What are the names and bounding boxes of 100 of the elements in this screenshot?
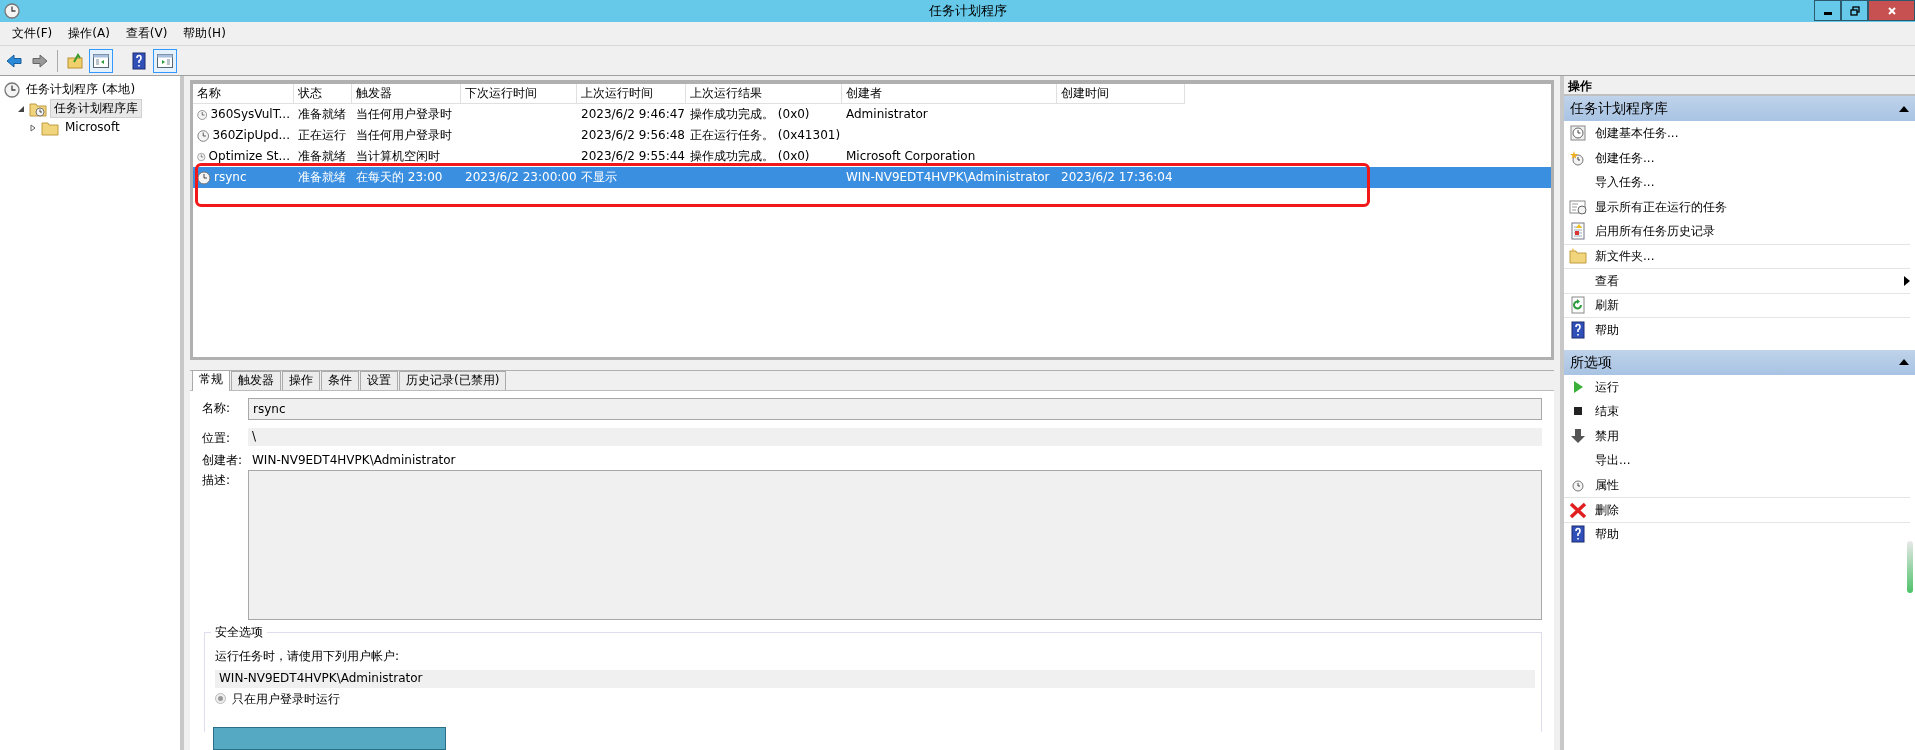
folder-arrow-icon <box>66 51 84 70</box>
action-item[interactable]: 查看 <box>1564 268 1910 293</box>
forward-arrow-icon <box>31 51 49 70</box>
tree-item[interactable]: 任务计划程序库 <box>50 99 142 118</box>
delete-icon <box>1569 500 1587 519</box>
action-item[interactable]: 帮助 <box>1564 317 1910 342</box>
minimize-icon <box>1823 12 1832 15</box>
section-title: 所选项 <box>1570 353 1612 371</box>
show-actions-button[interactable] <box>153 48 177 73</box>
folder-icon <box>1569 247 1587 266</box>
help-icon <box>1569 320 1587 339</box>
description-field[interactable] <box>248 470 1542 621</box>
action-item[interactable]: 创建基本任务... <box>1564 121 1910 146</box>
tab[interactable]: 历史记录(已禁用) <box>399 371 507 390</box>
column-header[interactable]: 创建时间 <box>1057 84 1185 104</box>
scroll-thumb[interactable] <box>1907 541 1913 593</box>
table-cell-text: 2023/6/2 9:56:48 <box>580 127 686 145</box>
table-cell-text: WIN-NV9EDT4HVPK\Administrator <box>845 169 1051 187</box>
calendar-clock-icon <box>1569 124 1587 143</box>
menu-item[interactable]: 帮助(H) <box>175 24 234 43</box>
tree-item[interactable]: 任务计划程序 (本地) <box>23 81 139 98</box>
tab[interactable]: 触发器 <box>231 371 281 390</box>
author-value: WIN-NV9EDT4HVPK\Administrator <box>251 452 457 469</box>
action-item[interactable]: 属性 <box>1564 472 1910 497</box>
clock-icon <box>4 81 20 98</box>
column-header[interactable]: 触发器 <box>352 84 461 104</box>
field-label: 位置: <box>202 430 232 446</box>
action-item[interactable]: 显示所有正在运行的任务 <box>1564 194 1910 219</box>
tree-item[interactable]: Microsoft <box>62 119 123 136</box>
panel-icon <box>156 51 174 70</box>
table-cell-text: Microsoft Corporation <box>845 148 977 166</box>
table-cell-text: 正在运行 <box>297 127 347 145</box>
tab[interactable]: 设置 <box>360 371 398 390</box>
menu-item[interactable]: 查看(V) <box>117 24 176 43</box>
window-title: 任务计划程序 <box>927 3 1007 19</box>
column-header[interactable]: 创建者 <box>842 84 1057 104</box>
tab[interactable]: 常规 <box>192 370 230 391</box>
collapse-icon[interactable] <box>1899 359 1909 365</box>
group-legend: 安全选项 <box>211 625 267 640</box>
table-cell-text: 当任何用户登录时 <box>355 127 453 145</box>
task-name-cell[interactable]: Optimize St... <box>193 146 294 167</box>
name-field[interactable]: rsync <box>248 398 1542 420</box>
collapse-icon[interactable] <box>17 104 25 113</box>
radio-button[interactable] <box>215 693 226 705</box>
restore-icon <box>1849 5 1860 16</box>
action-item[interactable]: 刷新 <box>1564 292 1910 317</box>
table-cell-text: 准备就绪 <box>297 169 347 187</box>
table-cell-text: 操作成功完成。 (0x0) <box>689 148 811 166</box>
action-item[interactable]: 帮助 <box>1564 521 1910 546</box>
action-item[interactable]: 运行 <box>1564 374 1910 399</box>
column-header[interactable]: 上次运行时间 <box>577 84 686 104</box>
section-title: 任务计划程序库 <box>1570 100 1668 117</box>
section-header[interactable]: 所选项 <box>1564 349 1915 375</box>
table-cell-text: 准备就绪 <box>297 106 347 124</box>
action-item[interactable]: 删除 <box>1564 497 1910 522</box>
folder-clock-icon <box>29 100 47 117</box>
table-cell-text: 360ZipUpd... <box>212 128 290 143</box>
submenu-arrow-icon <box>1904 275 1910 286</box>
close-icon <box>1886 5 1897 16</box>
task-name-cell[interactable]: 360SysVulT... <box>193 104 294 125</box>
section-header[interactable]: 任务计划程序库 <box>1564 96 1915 121</box>
column-header[interactable]: 上次运行结果 <box>686 84 842 104</box>
action-item[interactable]: 导入任务... <box>1564 170 1910 195</box>
account-field: WIN-NV9EDT4HVPK\Administrator <box>215 669 1535 688</box>
location-field: \ <box>248 428 1542 446</box>
column-header[interactable]: 下次运行时间 <box>461 84 577 104</box>
tab[interactable]: 条件 <box>321 371 359 390</box>
action-item[interactable]: 启用所有任务历史记录 <box>1564 219 1910 244</box>
action-item[interactable]: 新文件夹... <box>1564 243 1910 268</box>
expand-icon[interactable] <box>29 123 37 132</box>
task-name-cell[interactable]: 360ZipUpd... <box>193 125 294 146</box>
clock-icon <box>197 170 211 185</box>
back-arrow-icon <box>5 51 23 70</box>
down-arrow-icon <box>1569 426 1587 445</box>
action-item[interactable]: 结束 <box>1564 399 1910 424</box>
action-item[interactable]: 禁用 <box>1564 423 1910 448</box>
close-button[interactable] <box>1868 0 1915 21</box>
menu-item[interactable]: 操作(A) <box>60 24 118 43</box>
list-clock-icon <box>1569 197 1587 216</box>
table-cell-text: 准备就绪 <box>297 148 347 166</box>
help-icon <box>130 51 148 70</box>
table-cell-text: rsync <box>214 170 247 185</box>
collapse-icon[interactable] <box>1899 105 1909 112</box>
menu-item[interactable]: 文件(F) <box>4 24 61 43</box>
table-cell-text: 360SysVulT... <box>210 107 290 122</box>
clock-icon <box>197 128 210 143</box>
field-label: 创建者: <box>202 452 244 468</box>
action-item[interactable]: 导出... <box>1564 448 1910 473</box>
help-icon <box>1569 525 1587 544</box>
tab[interactable]: 操作 <box>282 371 320 390</box>
column-header[interactable]: 名称 <box>193 84 294 104</box>
show-tree-button[interactable] <box>89 48 113 73</box>
restore-button[interactable] <box>1841 0 1868 21</box>
column-header[interactable]: 状态 <box>294 84 352 104</box>
table-cell-text: 2023/6/2 9:46:47 <box>580 106 686 124</box>
action-item[interactable]: 创建任务... <box>1564 145 1910 170</box>
table-cell-text: 2023/6/2 9:55:44 <box>580 148 686 166</box>
clock-icon <box>4 3 20 19</box>
minimize-button[interactable] <box>1814 0 1841 21</box>
table-cell-text: Administrator <box>845 106 929 124</box>
